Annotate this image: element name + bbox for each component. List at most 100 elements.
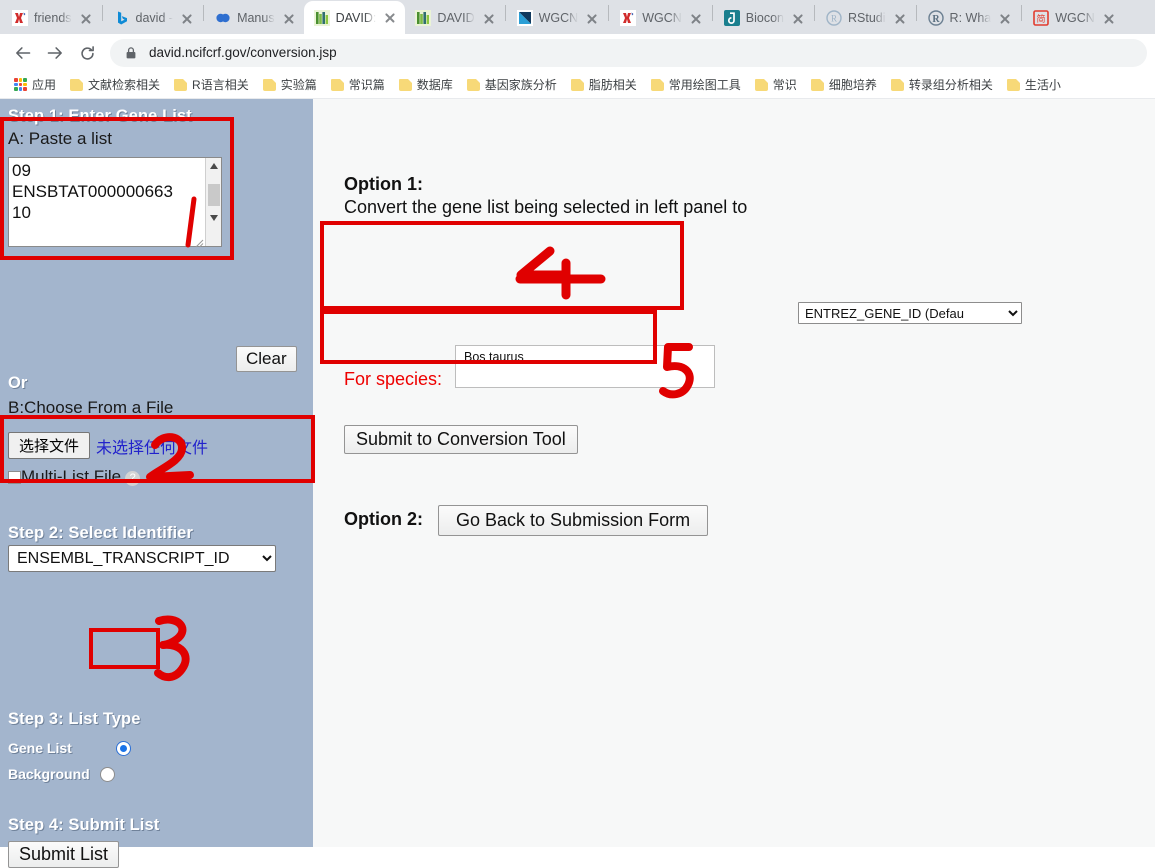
browser-tab-10[interactable]: 简 WGCN bbox=[1023, 2, 1124, 34]
bookmark-item-11[interactable]: 转录组分析相关 bbox=[884, 76, 1000, 93]
tab-close-icon[interactable] bbox=[78, 10, 94, 26]
browser-tab-5[interactable]: WGCN bbox=[507, 2, 608, 34]
bookmark-label: 细胞培养 bbox=[828, 78, 877, 92]
step1-title: Step 1: Enter Gene List bbox=[8, 107, 192, 125]
paste-list-label: A: Paste a list bbox=[8, 129, 112, 148]
bookmarks-bar: 应用 文献检索相关 R语言相关 实验篇 常识篇 数据库 基因家族分析 脂肪相关 常用绘图工具 常识… bbox=[0, 71, 1155, 99]
lock-icon bbox=[124, 46, 138, 60]
option2-title: Option 2: bbox=[344, 509, 423, 529]
bookmark-label: 生活小 bbox=[1024, 78, 1061, 92]
textarea-resize-grip[interactable] bbox=[194, 235, 204, 248]
species-listbox[interactable]: Bos taurus bbox=[455, 345, 715, 388]
tab-separator bbox=[814, 5, 816, 21]
identifier-select[interactable]: ENSEMBL_TRANSCRIPT_ID bbox=[8, 545, 276, 572]
folder-icon bbox=[398, 78, 412, 91]
bookmark-label: R语言相关 bbox=[192, 78, 249, 92]
manus-icon bbox=[215, 10, 231, 26]
scrollbar-thumb[interactable] bbox=[208, 184, 220, 206]
submit-conversion-button[interactable]: Submit to Conversion Tool bbox=[344, 425, 578, 454]
bookmark-item-10[interactable]: 细胞培养 bbox=[804, 76, 884, 93]
svg-text:R: R bbox=[831, 14, 837, 24]
bookmark-item-12[interactable]: 生活小 bbox=[1000, 76, 1068, 93]
tab-close-icon[interactable] bbox=[281, 10, 297, 26]
tab-title: Biocon bbox=[745, 11, 785, 25]
svg-text:简: 简 bbox=[1037, 13, 1046, 25]
folder-icon bbox=[754, 78, 768, 91]
browser-tab-8[interactable]: R RStudi bbox=[816, 2, 915, 34]
tab-close-icon[interactable] bbox=[997, 10, 1013, 26]
species-option-selected[interactable]: Bos taurus bbox=[456, 346, 714, 364]
textarea-scrollbar[interactable] bbox=[205, 158, 221, 246]
bioconductor-icon bbox=[723, 10, 740, 26]
choose-file-button[interactable]: 选择文件 bbox=[8, 432, 91, 459]
help-icon[interactable]: ? bbox=[125, 471, 141, 486]
bookmark-label: 应用 bbox=[32, 78, 57, 92]
bookmark-label: 数据库 bbox=[416, 78, 453, 92]
choose-file-label: B:Choose From a File bbox=[8, 398, 174, 417]
tab-close-icon[interactable] bbox=[382, 10, 398, 26]
submit-list-button[interactable]: Submit List bbox=[8, 841, 120, 868]
address-bar[interactable]: david.ncifcrf.gov/conversion.jsp bbox=[110, 38, 1147, 67]
browser-tab-4[interactable]: DAVID bbox=[405, 2, 503, 34]
tab-close-icon[interactable] bbox=[179, 10, 195, 26]
folder-icon bbox=[570, 78, 584, 91]
option1-title: Option 1: bbox=[344, 174, 423, 194]
bookmark-item-5[interactable]: 数据库 bbox=[392, 76, 460, 93]
browser-tab-1[interactable]: david - bbox=[104, 2, 203, 34]
bookmark-label: 常识篇 bbox=[348, 78, 385, 92]
browser-tab-3[interactable]: DAVID: bbox=[303, 1, 406, 34]
browser-tab-0[interactable]: friends bbox=[2, 2, 101, 34]
wgcna-icon bbox=[516, 10, 533, 26]
gene-textarea-wrapper: 09 ENSBTAT000000663 10 bbox=[8, 157, 222, 248]
browser-tab-2[interactable]: Manus bbox=[205, 2, 304, 34]
browser-tab-9[interactable]: R R: Wha bbox=[918, 2, 1021, 34]
step4-title: Step 4: Submit List bbox=[8, 816, 160, 834]
multilist-label: Multi-List File bbox=[21, 467, 122, 486]
bookmark-item-2[interactable]: R语言相关 bbox=[167, 76, 256, 93]
background-radio[interactable] bbox=[100, 767, 116, 783]
bing-icon bbox=[114, 10, 130, 26]
browser-tab-7[interactable]: Biocon bbox=[714, 2, 813, 34]
tab-close-icon[interactable] bbox=[1101, 10, 1117, 26]
bookmark-item-7[interactable]: 脂肪相关 bbox=[564, 76, 644, 93]
clear-button[interactable]: Clear bbox=[236, 346, 297, 372]
folder-icon bbox=[330, 78, 344, 91]
background-radio-row: Background bbox=[8, 766, 116, 784]
folder-icon bbox=[1006, 78, 1020, 91]
scroll-up-icon[interactable] bbox=[206, 158, 222, 173]
convert-target-select[interactable]: ENTREZ_GENE_ID (Defau bbox=[798, 302, 1022, 324]
tab-close-icon[interactable] bbox=[688, 10, 704, 26]
go-back-button[interactable]: Go Back to Submission Form bbox=[438, 505, 709, 536]
bookmark-item-9[interactable]: 常识 bbox=[748, 76, 804, 93]
folder-icon bbox=[174, 78, 188, 91]
reload-button[interactable] bbox=[72, 38, 102, 68]
bookmark-item-3[interactable]: 实验篇 bbox=[256, 76, 324, 93]
gene-list-radio-row: Gene List bbox=[8, 740, 132, 758]
bookmark-item-1[interactable]: 文献检索相关 bbox=[63, 76, 167, 93]
back-button[interactable] bbox=[8, 38, 38, 68]
bookmark-item-0[interactable]: 应用 bbox=[7, 76, 63, 93]
bookmark-item-4[interactable]: 常识篇 bbox=[324, 76, 392, 93]
tab-close-icon[interactable] bbox=[790, 10, 806, 26]
url-text: david.ncifcrf.gov/conversion.jsp bbox=[149, 45, 337, 60]
bookmark-item-6[interactable]: 基因家族分析 bbox=[460, 76, 564, 93]
tab-separator bbox=[1021, 5, 1023, 21]
bookmark-label: 实验篇 bbox=[280, 78, 317, 92]
tab-close-icon[interactable] bbox=[892, 10, 908, 26]
tab-close-icon[interactable] bbox=[481, 10, 497, 26]
folder-icon bbox=[466, 78, 480, 91]
tab-title: R: Wha bbox=[949, 11, 992, 25]
gene-list-radio[interactable] bbox=[116, 741, 132, 757]
forward-button[interactable] bbox=[40, 38, 70, 68]
tab-separator bbox=[711, 5, 713, 21]
multilist-checkbox[interactable] bbox=[8, 471, 21, 484]
forward-arrow-icon bbox=[47, 45, 63, 60]
bookmark-item-8[interactable]: 常用绘图工具 bbox=[644, 76, 748, 93]
tab-title: WGCN bbox=[538, 11, 579, 25]
bookmark-label: 转录组分析相关 bbox=[908, 78, 993, 92]
multilist-row: Multi-List File? bbox=[8, 467, 141, 487]
browser-tab-6[interactable]: WGCN bbox=[610, 2, 711, 34]
tab-close-icon[interactable] bbox=[584, 10, 600, 26]
gene-list-textarea[interactable]: 09 ENSBTAT000000663 10 bbox=[8, 157, 222, 247]
scroll-down-icon[interactable] bbox=[206, 210, 222, 225]
